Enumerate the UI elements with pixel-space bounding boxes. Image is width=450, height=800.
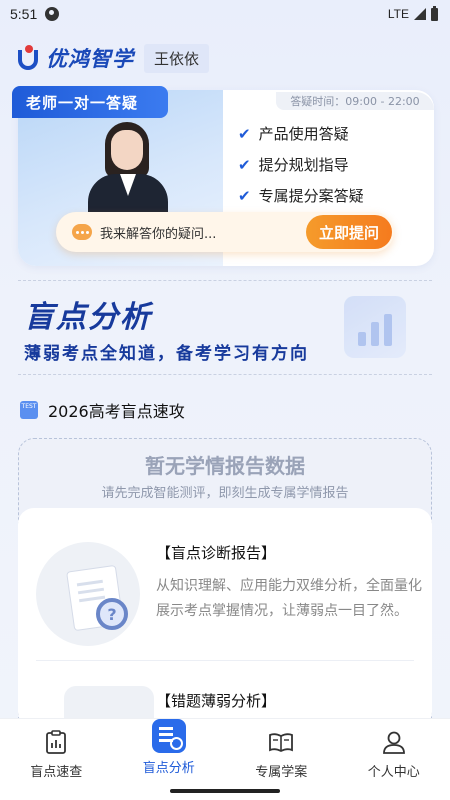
open-book-icon (269, 733, 294, 753)
brand-logo-icon (16, 44, 42, 72)
section-title: 2026高考盲点速攻 (48, 402, 185, 421)
user-name-chip[interactable]: 王依依 (144, 43, 210, 73)
bar-chart-icon (344, 296, 406, 358)
nav-item-blind-spot-analysis[interactable]: 盲点分析 (113, 719, 226, 784)
ask-placeholder[interactable]: 我来解答你的疑问... (100, 223, 216, 242)
feature-label: 产品使用答疑 (258, 125, 349, 143)
feature-item: ✔ 专属提分案答疑 (238, 180, 364, 211)
empty-state-subtitle: 请先完成智能测评，即刻生成专属学情报告 (101, 486, 349, 501)
section-header: TEST 2026高考盲点速攻 (20, 398, 185, 422)
chat-bubble-icon (72, 224, 92, 240)
network-type: LTE (387, 7, 409, 21)
magnifier-question-icon: ? (96, 598, 128, 630)
nav-label: 盲点速查 (30, 765, 83, 780)
signal-icon (414, 8, 426, 20)
nav-item-blind-spot-check[interactable]: 盲点速查 (0, 719, 113, 784)
report-title: 【盲点诊断报告】 (156, 544, 277, 562)
nav-label: 盲点分析 (142, 761, 195, 776)
blind-spot-subtitle: 薄弱考点全知道，备考学习有方向 (24, 344, 309, 364)
feature-label: 专属提分案答疑 (258, 187, 364, 205)
divider (36, 660, 414, 661)
brand-name: 优鸿智学 (46, 47, 134, 71)
bottom-nav: 盲点速查 盲点分析 专属学案 个人中心 (0, 718, 450, 784)
empty-state-title: 暂无学情报告数据 (145, 454, 305, 478)
feature-list: ✔ 产品使用答疑 ✔ 提分规划指导 ✔ 专属提分案答疑 (238, 118, 364, 211)
nav-label: 个人中心 (367, 765, 420, 780)
ask-now-button[interactable]: 立即提问 (306, 215, 392, 249)
nav-label: 专属学案 (255, 765, 308, 780)
clipboard-chart-icon (46, 730, 67, 754)
status-time: 5:51 (10, 6, 38, 22)
ask-question-bar[interactable]: 我来解答你的疑问... 立即提问 (56, 212, 394, 252)
test-icon: TEST (20, 401, 38, 419)
report-title: 【错题薄弱分析】 (156, 692, 277, 710)
divider (18, 374, 432, 375)
report-search-icon (151, 719, 186, 753)
home-indicator (0, 784, 450, 800)
feature-item: ✔ 提分规划指导 (238, 149, 364, 180)
battery-icon (431, 5, 438, 21)
blind-spot-title: 盲点分析 (24, 300, 152, 335)
teacher-qa-tag: 老师一对一答疑 (12, 86, 168, 118)
divider (18, 280, 432, 281)
report-illustration: ? (36, 542, 140, 646)
report-description: 从知识理解、应用能力双维分析，全面量化展示考点掌握情况，让薄弱点一目了然。 (156, 578, 422, 619)
user-icon (382, 731, 405, 754)
nav-item-exclusive-plan[interactable]: 专属学案 (225, 719, 338, 784)
check-icon: ✔ (238, 186, 251, 205)
feature-item: ✔ 产品使用答疑 (238, 118, 364, 149)
nav-item-personal-center[interactable]: 个人中心 (338, 719, 450, 784)
feature-label: 提分规划指导 (258, 156, 349, 174)
status-indicators: LTE (387, 5, 438, 21)
report-intro-card: ? 【盲点诊断报告】 从知识理解、应用能力双维分析，全面量化展示考点掌握情况，让… (18, 508, 432, 728)
check-icon: ✔ (238, 155, 251, 174)
check-icon: ✔ (238, 124, 251, 143)
status-bar: 5:51 LTE (0, 0, 450, 28)
app-header: 优鸿智学 王依依 (16, 42, 210, 74)
qa-hours: 答疑时间：09:00 - 22:00 (276, 92, 434, 110)
notification-icon (45, 7, 60, 21)
